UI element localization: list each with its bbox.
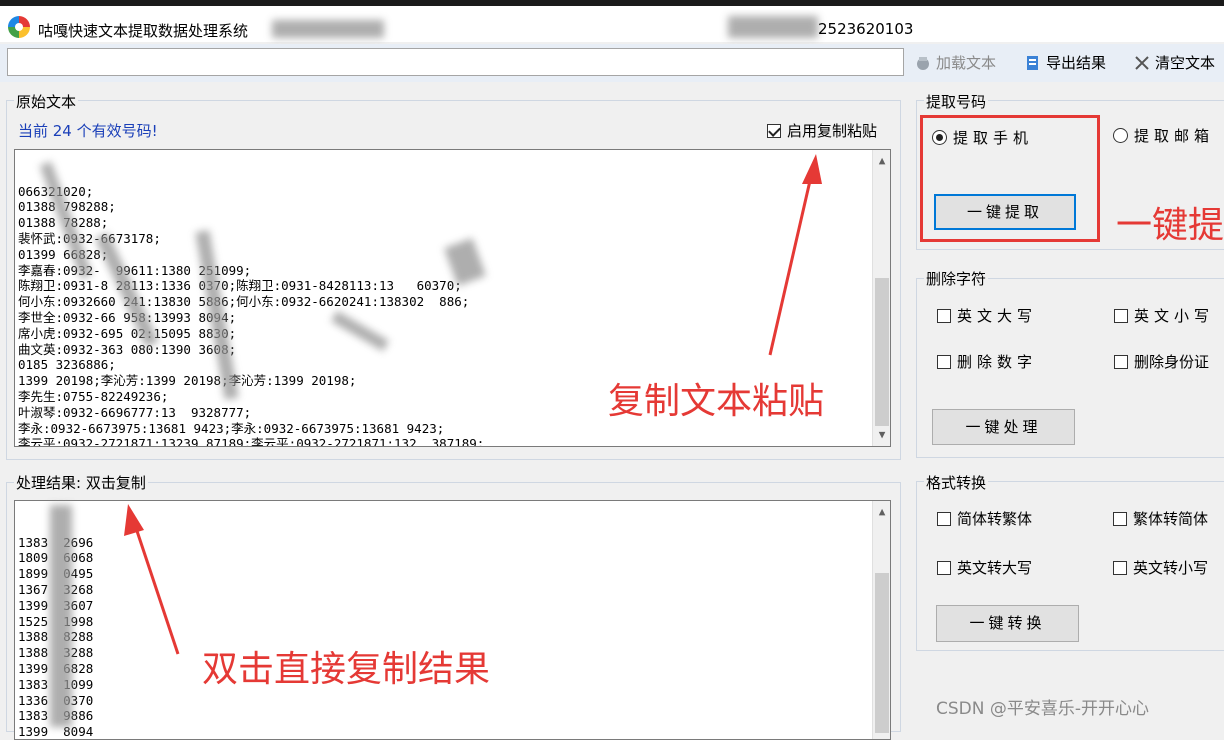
original-text-line: 01388 78288; [18,215,887,231]
scroll-thumb[interactable] [875,278,889,426]
delete-upper-checkbox[interactable]: 英文大写 [937,305,1037,326]
annotation-arrow [120,500,190,660]
process-button[interactable]: 一键处理 [932,409,1075,445]
scroll-thumb[interactable] [875,573,889,733]
extract-email-radio[interactable]: 提取邮箱 [1113,125,1214,146]
to-lower-checkbox[interactable]: 英文转小写 [1113,557,1208,578]
original-text-line: 0185 3236886; [18,357,887,373]
close-icon [1133,54,1151,72]
result-scrollbar[interactable]: ▲ [872,501,890,739]
scroll-down-icon[interactable]: ▼ [873,426,891,444]
original-scrollbar[interactable]: ▲ ▼ [872,150,890,446]
export-icon [1024,54,1042,72]
original-text-line: 李云平:0932-2721871:13239 87189;李云平:0932-27… [18,436,887,447]
result-line: 1336 0370 [18,693,887,709]
original-text-line: 01388 798288; [18,199,887,215]
checkbox-box[interactable] [937,512,951,526]
traditional-to-simplified-checkbox[interactable]: 繁体转简体 [1113,508,1208,529]
load-icon [914,54,932,72]
scroll-up-icon[interactable]: ▲ [873,152,891,170]
clear-text-button[interactable]: 清空文本 [1133,52,1215,73]
original-text-line: 陈翔卫:0931-8 28113:1336 0370;陈翔卫:0931-8428… [18,278,887,294]
double-click-annotation: 双击直接复制结果 [202,640,490,692]
title-bar: 咕嘎快速文本提取数据处理系统 2523620103 [0,6,1224,42]
path-input[interactable] [7,48,904,76]
delete-digits-checkbox[interactable]: 删除数字 [937,351,1037,372]
checkbox-box[interactable] [1113,512,1127,526]
one-key-annotation: 一键提 [1116,196,1224,248]
scroll-up-icon[interactable]: ▲ [873,503,891,521]
checkbox-box[interactable] [937,355,951,369]
redaction-blur [728,16,818,38]
window-title: 咕嘎快速文本提取数据处理系统 [38,20,248,41]
delete-idcard-checkbox[interactable]: 删除身份证 [1114,351,1209,372]
copy-paste-annotation: 复制文本粘贴 [608,372,824,424]
enable-copy-paste-checkbox[interactable]: 启用复制粘贴 [767,120,877,141]
checkbox-box[interactable] [1113,561,1127,575]
original-text-line: 何小东:0932660 241:13830 5886;何小东:0932-6620… [18,294,887,310]
export-result-button[interactable]: 导出结果 [1024,52,1106,73]
highlight-box [920,115,1100,242]
convert-button[interactable]: 一键转换 [936,605,1079,642]
result-line: 1383 9886 [18,708,887,724]
watermark: CSDN @平安喜乐-开开心心 [936,694,1149,719]
checkbox-box[interactable] [767,124,781,138]
checkbox-box[interactable] [1114,355,1128,369]
to-upper-checkbox[interactable]: 英文转大写 [937,557,1032,578]
extract-legend: 提取号码 [924,91,988,112]
original-text-line: 066321020; [18,184,887,200]
app-logo-icon [8,16,30,38]
annotation-arrow [760,150,830,360]
radio-circle[interactable] [1113,128,1128,143]
original-text-legend: 原始文本 [14,91,78,112]
redaction-blur [272,20,384,38]
window-title-number: 2523620103 [818,20,913,38]
checkbox-box[interactable] [1114,309,1128,323]
delete-lower-checkbox[interactable]: 英文小写 [1114,305,1214,326]
format-legend: 格式转换 [924,472,988,493]
delete-chars-legend: 删除字符 [924,268,988,289]
simplified-to-traditional-checkbox[interactable]: 简体转繁体 [937,508,1032,529]
valid-count-label: 当前 24 个有效号码! [18,120,158,141]
result-legend: 处理结果: 双击复制 [14,472,148,493]
load-text-button[interactable]: 加载文本 [914,52,996,73]
redaction-blur [50,505,72,727]
checkbox-box[interactable] [937,561,951,575]
checkbox-box[interactable] [937,309,951,323]
